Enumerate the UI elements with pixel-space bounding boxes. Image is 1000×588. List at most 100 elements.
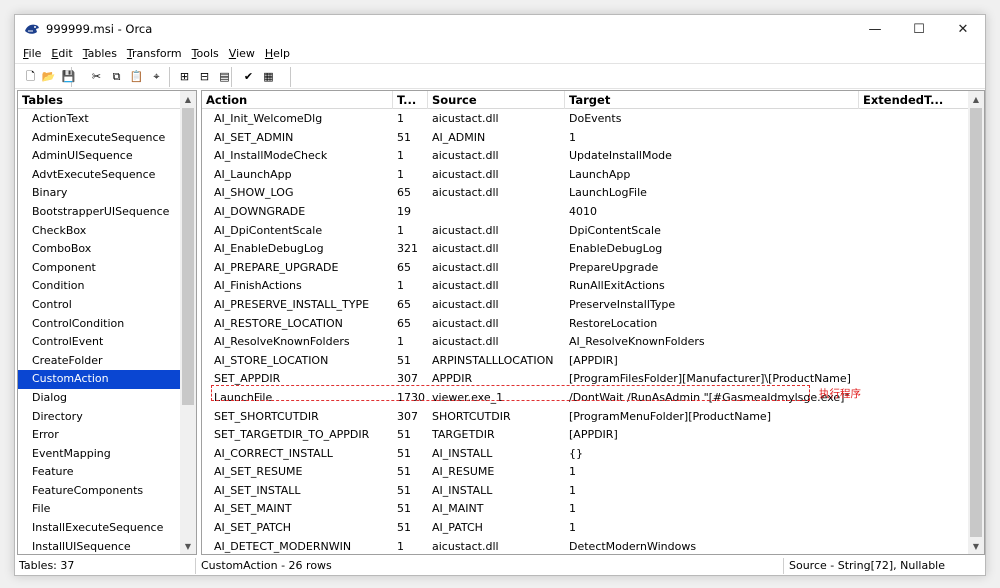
table-cell[interactable]: 4010: [565, 203, 859, 222]
table-cell[interactable]: [859, 315, 970, 334]
validate-icon[interactable]: ✔: [241, 69, 256, 84]
table-cell[interactable]: AI_INSTALL: [428, 445, 565, 464]
table-cell[interactable]: aicustact.dll: [428, 222, 565, 241]
add-table-icon[interactable]: ⊞: [177, 69, 192, 84]
table-cell[interactable]: 1: [393, 110, 428, 129]
save-icon[interactable]: 💾: [61, 69, 76, 84]
table-item[interactable]: CreateFolder: [18, 352, 180, 371]
table-cell[interactable]: AI_STORE_LOCATION: [202, 352, 393, 371]
table-cell[interactable]: RestoreLocation: [565, 315, 859, 334]
open-folder-icon[interactable]: 📂: [41, 69, 56, 84]
cut-icon[interactable]: ✂: [89, 69, 104, 84]
find-icon[interactable]: ⌖: [149, 69, 164, 84]
table-cell[interactable]: UpdateInstallMode: [565, 147, 859, 166]
table-cell[interactable]: aicustact.dll: [428, 259, 565, 278]
table-item[interactable]: Control: [18, 296, 180, 315]
table-cell[interactable]: [859, 240, 970, 259]
table-cell[interactable]: AI_MAINT: [428, 500, 565, 519]
table-cell[interactable]: AI_DETECT_MODERNWIN: [202, 538, 393, 554]
add-row-icon[interactable]: ▤: [217, 69, 232, 84]
table-cell[interactable]: SET_TARGETDIR_TO_APPDIR: [202, 426, 393, 445]
table-cell[interactable]: [859, 370, 970, 389]
rows-scrollbar[interactable]: ▲ ▼: [968, 91, 984, 554]
table-row[interactable]: AI_SHOW_LOG 65 aicustact.dll LaunchLogFile: [202, 184, 970, 203]
table-item[interactable]: Feature: [18, 463, 180, 482]
table-cell[interactable]: 65: [393, 315, 428, 334]
table-cell[interactable]: 307: [393, 408, 428, 427]
table-cell[interactable]: AI_SET_MAINT: [202, 500, 393, 519]
tables-scroll-thumb[interactable]: [182, 108, 194, 405]
maximize-button[interactable]: ☐: [897, 15, 941, 43]
table-item[interactable]: Dialog: [18, 389, 180, 408]
table-cell[interactable]: [APPDIR]: [565, 426, 859, 445]
tables-header[interactable]: Tables: [18, 91, 180, 109]
table-cell[interactable]: 1: [393, 277, 428, 296]
table-item[interactable]: FeatureComponents: [18, 482, 180, 501]
table-item[interactable]: Condition: [18, 277, 180, 296]
table-cell[interactable]: 51: [393, 519, 428, 538]
table-row[interactable]: AI_CORRECT_INSTALL 51 AI_INSTALL{}: [202, 445, 970, 464]
table-row[interactable]: AI_SET_INSTALL 51 AI_INSTALL 1: [202, 482, 970, 501]
table-item[interactable]: BootstrapperUISequence: [18, 203, 180, 222]
table-cell[interactable]: 1: [393, 222, 428, 241]
table-cell[interactable]: [859, 222, 970, 241]
table-cell[interactable]: 1: [565, 482, 859, 501]
table-cell[interactable]: [859, 166, 970, 185]
drop-table-icon[interactable]: ⊟: [197, 69, 212, 84]
menu-item-3[interactable]: Transform: [122, 47, 187, 60]
table-cell[interactable]: AI_RESUME: [428, 463, 565, 482]
table-cell[interactable]: 19: [393, 203, 428, 222]
table-row[interactable]: AI_DETECT_MODERNWIN 1 aicustact.dll DetectM…: [202, 538, 970, 554]
table-row[interactable]: AI_LaunchApp 1 aicustact.dll LaunchApp: [202, 166, 970, 185]
scroll-down-icon[interactable]: ▼: [968, 538, 984, 554]
table-item[interactable]: ActionText: [18, 110, 180, 129]
table-cell[interactable]: [APPDIR]: [565, 352, 859, 371]
table-cell[interactable]: [859, 333, 970, 352]
table-item[interactable]: CustomAction: [18, 370, 180, 389]
table-cell[interactable]: [859, 482, 970, 501]
table-cell[interactable]: [428, 203, 565, 222]
table-row[interactable]: AI_RESTORE_LOCATION 65 aicustact.dll Restor…: [202, 315, 970, 334]
table-cell[interactable]: AI_INSTALL: [428, 482, 565, 501]
table-cell[interactable]: AI_ADMIN: [428, 129, 565, 148]
table-cell[interactable]: aicustact.dll: [428, 240, 565, 259]
table-item[interactable]: InstallUISequence: [18, 538, 180, 554]
table-row[interactable]: AI_DOWNGRADE 19 4010: [202, 203, 970, 222]
table-cell[interactable]: 51: [393, 352, 428, 371]
table-item[interactable]: AdminExecuteSequence: [18, 129, 180, 148]
table-row[interactable]: AI_SET_ADMIN 51 AI_ADMIN 1: [202, 129, 970, 148]
table-cell[interactable]: 1: [565, 463, 859, 482]
scroll-down-icon[interactable]: ▼: [180, 538, 196, 554]
table-row[interactable]: AI_SET_RESUME 51 AI_RESUME 1: [202, 463, 970, 482]
table-cell[interactable]: ARPINSTALLLOCATION: [428, 352, 565, 371]
table-cell[interactable]: [859, 352, 970, 371]
table-cell[interactable]: 51: [393, 129, 428, 148]
table-cell[interactable]: [859, 203, 970, 222]
menu-item-4[interactable]: Tools: [187, 47, 224, 60]
column-header[interactable]: T...: [393, 91, 428, 109]
table-cell[interactable]: [859, 110, 970, 129]
table-cell[interactable]: [859, 389, 970, 408]
table-cell[interactable]: 51: [393, 426, 428, 445]
table-cell[interactable]: AI_InstallModeCheck: [202, 147, 393, 166]
table-cell[interactable]: 1: [565, 500, 859, 519]
table-cell[interactable]: [859, 519, 970, 538]
table-cell[interactable]: 1: [565, 129, 859, 148]
table-cell[interactable]: 51: [393, 482, 428, 501]
table-row[interactable]: AI_EnableDebugLog 321 aicustact.dll EnableD…: [202, 240, 970, 259]
table-cell[interactable]: 321: [393, 240, 428, 259]
table-cell[interactable]: AI_ResolveKnownFolders: [202, 333, 393, 352]
copy-icon[interactable]: ⧉: [109, 69, 124, 84]
title-bar[interactable]: 999999.msi - Orca — ☐ ✕: [15, 15, 985, 43]
table-cell[interactable]: AI_PATCH: [428, 519, 565, 538]
table-cell[interactable]: aicustact.dll: [428, 538, 565, 554]
rows-scroll-thumb[interactable]: [970, 108, 982, 537]
column-header[interactable]: Source: [428, 91, 565, 109]
table-cell[interactable]: 51: [393, 463, 428, 482]
table-cell[interactable]: aicustact.dll: [428, 277, 565, 296]
table-row[interactable]: SET_SHORTCUTDIR 307 SHORTCUTDIR [ProgramMen…: [202, 408, 970, 427]
table-item[interactable]: Error: [18, 426, 180, 445]
table-item[interactable]: InstallExecuteSequence: [18, 519, 180, 538]
table-cell[interactable]: aicustact.dll: [428, 333, 565, 352]
table-cell[interactable]: AI_SET_PATCH: [202, 519, 393, 538]
